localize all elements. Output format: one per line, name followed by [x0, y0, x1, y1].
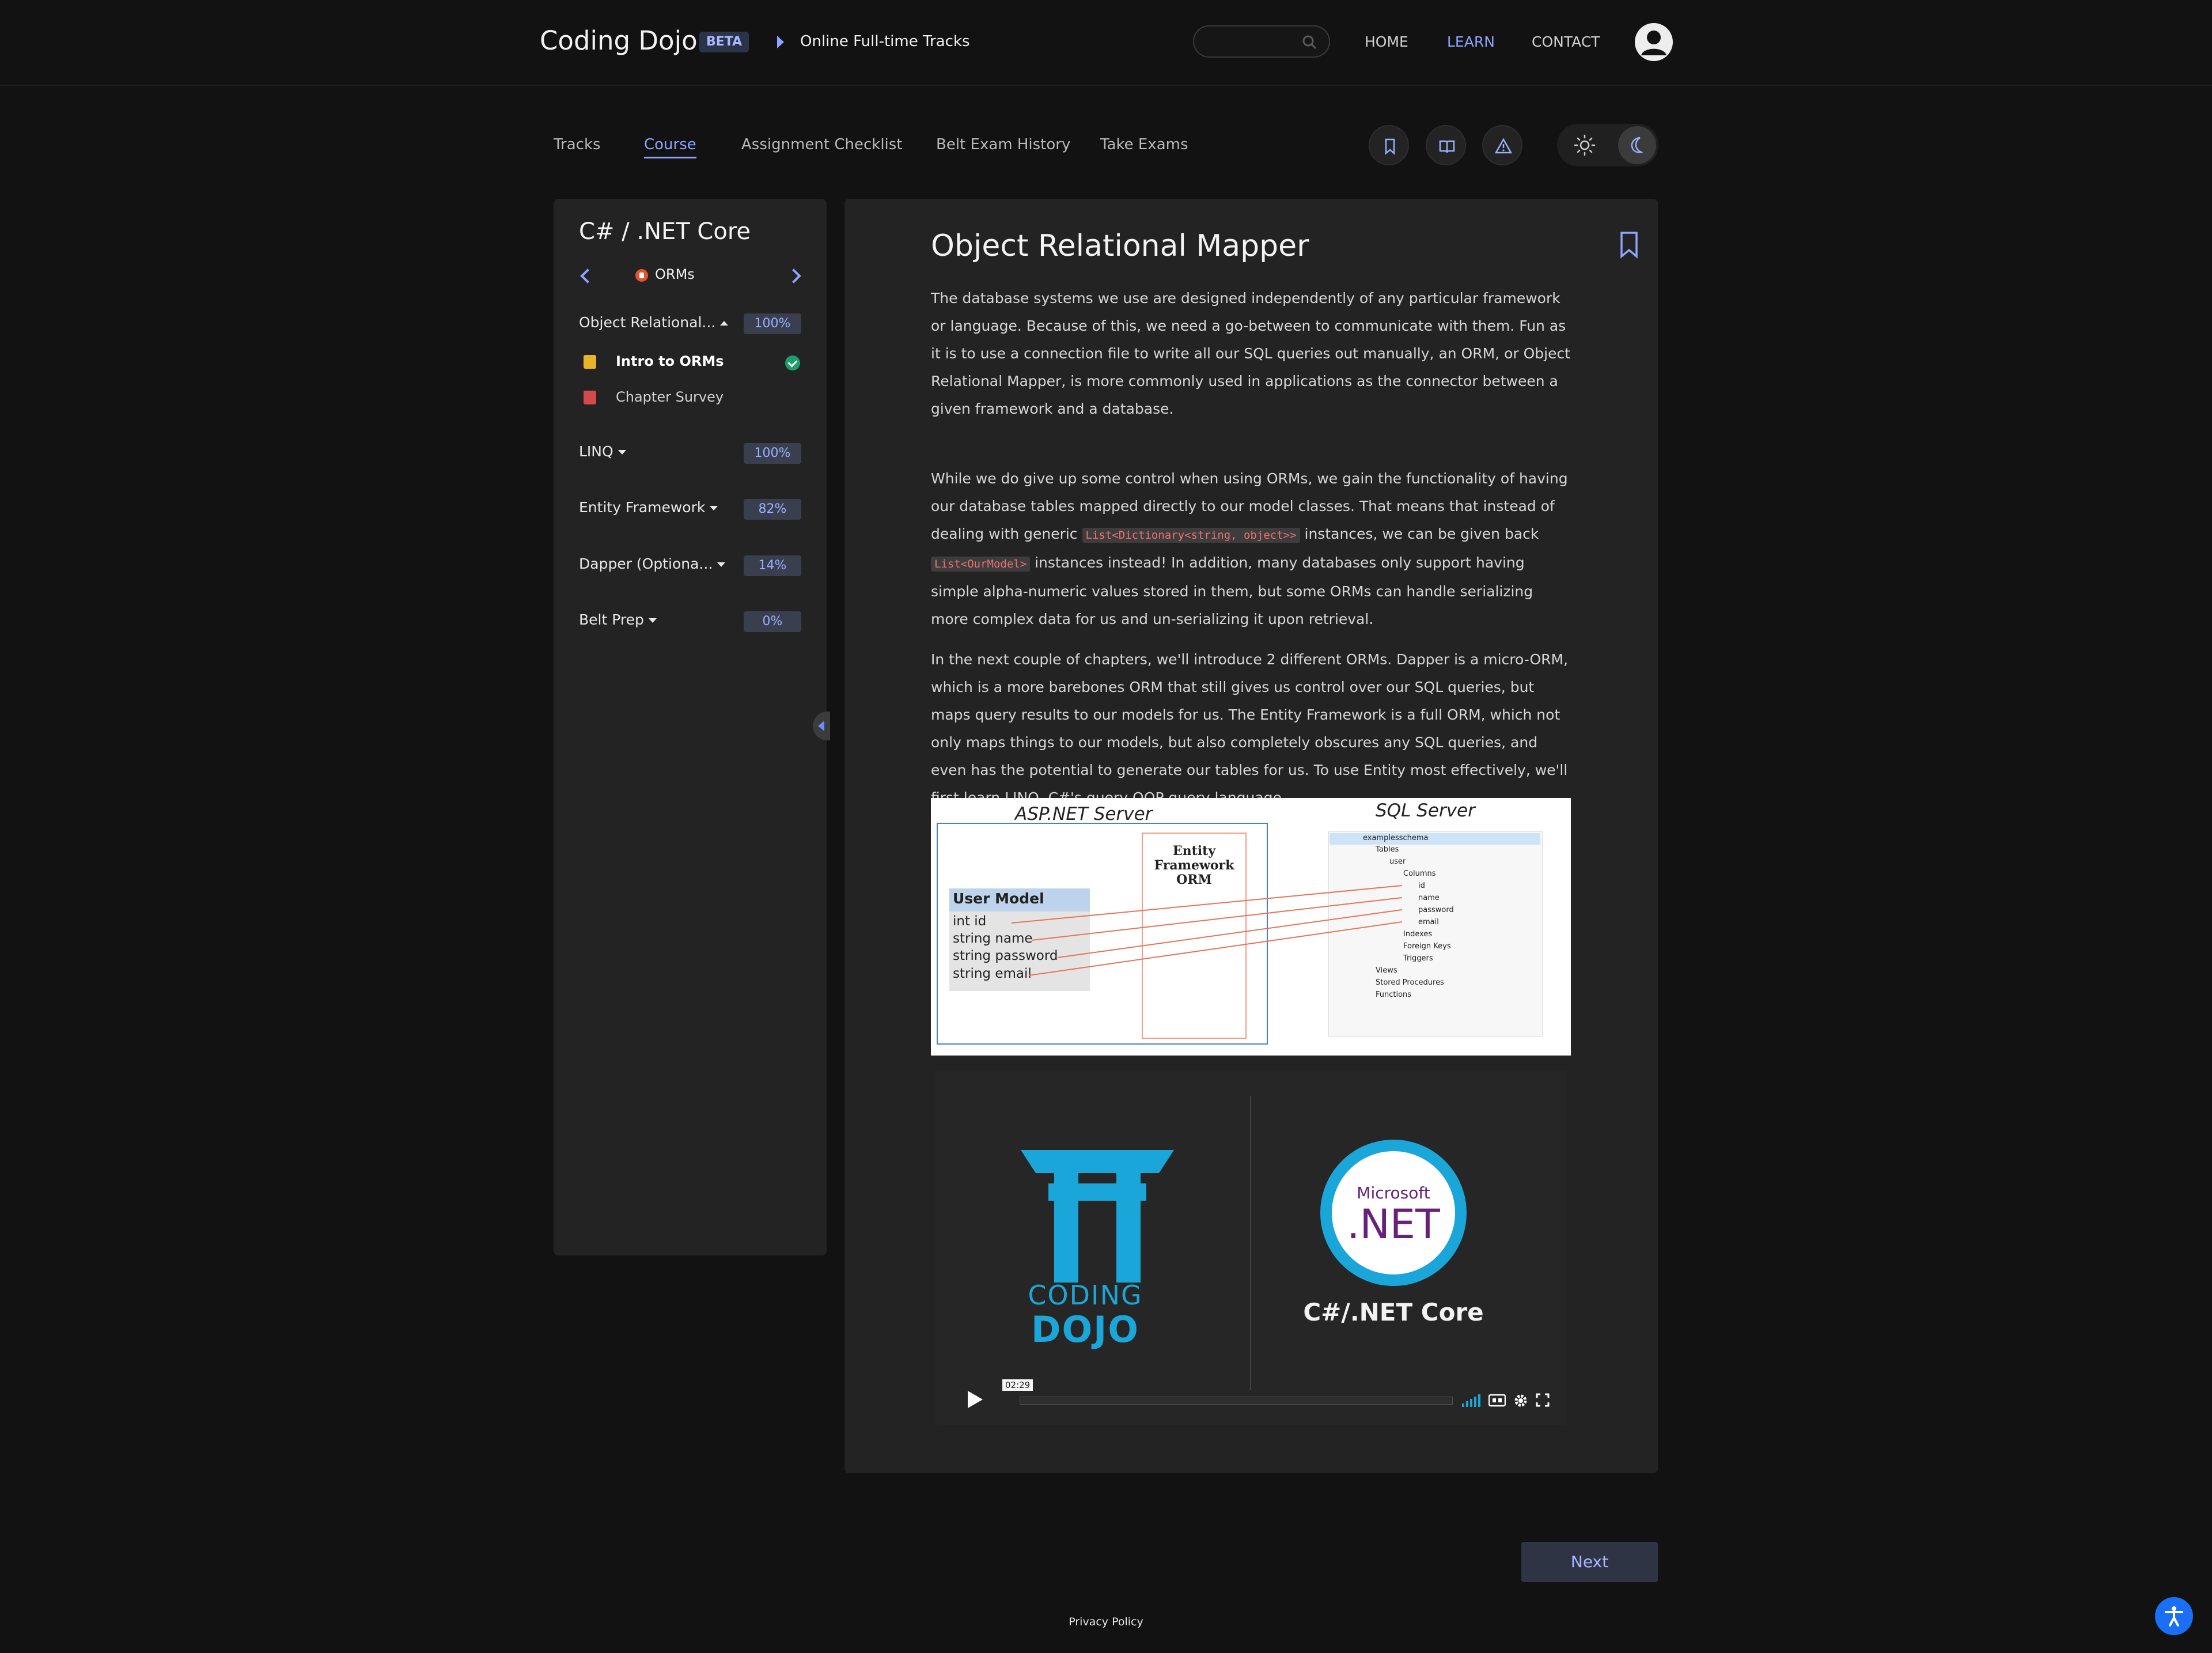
nav-learn[interactable]: LEARN	[1447, 33, 1495, 50]
section-belt-prep[interactable]: Belt Prep	[579, 611, 657, 628]
sun-icon[interactable]	[1573, 134, 1596, 157]
prev-module-icon[interactable]	[580, 268, 595, 283]
section-label: LINQ	[579, 443, 613, 460]
section-label: Belt Prep	[579, 611, 644, 628]
tab-tracks[interactable]: Tracks	[554, 136, 601, 153]
search-icon[interactable]	[1301, 34, 1317, 50]
closed-captions-icon[interactable]	[1488, 1393, 1506, 1407]
search-input[interactable]	[1193, 25, 1330, 58]
inline-code: List<OurModel>	[931, 557, 1031, 572]
section-progress: 100%	[744, 313, 801, 334]
book-icon	[1439, 140, 1455, 153]
paragraph-orms: In the next couple of chapters, we'll in…	[931, 651, 1569, 806]
chevron-up-icon	[720, 321, 729, 326]
page-title: Object Relational Mapper	[931, 229, 1309, 263]
section-entity-framework[interactable]: Entity Framework	[579, 499, 718, 516]
course-sidebar: C# / .NET Core ORMs Object Relational...…	[554, 199, 827, 1255]
dark-mode-button[interactable]	[1618, 126, 1656, 164]
bookmarks-button[interactable]	[1369, 125, 1409, 165]
settings-gear-icon[interactable]	[1513, 1393, 1528, 1408]
course-title: C# / .NET Core	[579, 218, 751, 245]
logo-text-coding: CODING	[1028, 1280, 1143, 1311]
tab-course[interactable]: Course	[644, 136, 696, 158]
volume-icon[interactable]	[1462, 1393, 1482, 1407]
breadcrumb-track[interactable]: Online Full-time Tracks	[800, 33, 970, 50]
chevron-down-icon	[710, 506, 718, 510]
section-progress: 82%	[744, 499, 801, 520]
top-header: Coding Dojo BETA Online Full-time Tracks…	[0, 0, 2212, 86]
tab-belt-exam-history[interactable]: Belt Exam History	[936, 136, 1070, 153]
bookmark-icon[interactable]	[1619, 231, 1639, 259]
report-issue-button[interactable]	[1482, 125, 1522, 165]
section-progress: 0%	[744, 611, 801, 632]
lesson-content: Object Relational Mapper The database sy…	[844, 199, 1658, 1473]
inline-code: List<Dictionary<string, object>>	[1082, 528, 1300, 543]
privacy-policy-link[interactable]: Privacy Policy	[991, 1616, 1221, 1628]
module-title: ORMs	[655, 266, 695, 282]
section-dapper[interactable]: Dapper (Optiona...	[579, 555, 726, 572]
next-button[interactable]: Next	[1521, 1542, 1658, 1582]
nav-home[interactable]: HOME	[1365, 33, 1408, 50]
section-linq[interactable]: LINQ	[579, 443, 626, 460]
theme-toggle[interactable]	[1557, 124, 1658, 167]
lesson-chapter-survey[interactable]: Chapter Survey	[616, 389, 724, 405]
section-label: Entity Framework	[579, 499, 706, 516]
section-progress: 100%	[744, 443, 801, 464]
dotnet-microsoft-label: Microsoft	[1357, 1183, 1430, 1202]
logo-text-dojo: DOJO	[1031, 1308, 1139, 1351]
brand-logo[interactable]: Coding Dojo	[540, 25, 698, 56]
coding-dojo-logo-icon	[1021, 1150, 1174, 1283]
chevron-down-icon	[717, 562, 726, 567]
section-progress: 14%	[744, 555, 801, 576]
nav-contact[interactable]: CONTACT	[1532, 33, 1600, 50]
user-avatar-icon[interactable]	[1635, 23, 1673, 61]
accessibility-icon	[2165, 1606, 2183, 1626]
accessibility-button[interactable]	[2155, 1597, 2193, 1635]
moon-icon	[1631, 137, 1643, 153]
video-progress-bar[interactable]	[1020, 1397, 1453, 1405]
lesson-icon	[584, 355, 596, 369]
tab-assignment-checklist[interactable]: Assignment Checklist	[741, 136, 903, 153]
chevron-down-icon	[648, 618, 657, 623]
next-module-icon[interactable]	[786, 268, 801, 283]
mapping-arrows	[1011, 885, 1403, 976]
beta-badge: BETA	[699, 32, 749, 52]
chevron-down-icon	[618, 450, 626, 455]
fullscreen-icon[interactable]	[1536, 1393, 1550, 1407]
warning-icon	[1494, 138, 1513, 154]
dotnet-logo: Microsoft .NET	[1320, 1140, 1467, 1286]
section-object-relational[interactable]: Object Relational...	[579, 314, 729, 331]
video-divider	[1250, 1096, 1251, 1390]
paragraph-intro: The database systems we use are designed…	[931, 290, 1571, 417]
dotnet-label: .NET	[1347, 1201, 1440, 1248]
bookmark-icon	[1385, 138, 1395, 155]
completed-check-icon	[785, 355, 800, 370]
book-button[interactable]	[1426, 125, 1466, 165]
section-label: Object Relational...	[579, 314, 716, 331]
orm-diagram: ASP.NET Server SQL Server Entity Framewo…	[931, 798, 1571, 1056]
section-label: Dapper (Optiona...	[579, 555, 713, 572]
video-player[interactable]: CODING DOJO Microsoft .NET C#/.NET Core …	[935, 1071, 1567, 1425]
text: instances, we can be given back	[1304, 525, 1539, 542]
play-icon[interactable]	[968, 1391, 983, 1408]
survey-icon	[584, 391, 596, 404]
breadcrumb-caret-icon	[777, 36, 784, 48]
module-icon	[635, 269, 648, 282]
tab-take-exams[interactable]: Take Exams	[1100, 136, 1188, 153]
lesson-intro-to-orms[interactable]: Intro to ORMs	[616, 353, 724, 369]
video-time: 02:29	[1002, 1379, 1033, 1391]
video-caption: C#/.NET Core	[1303, 1298, 1484, 1326]
paragraph-mapping: While we do give up some control when us…	[931, 465, 1570, 633]
